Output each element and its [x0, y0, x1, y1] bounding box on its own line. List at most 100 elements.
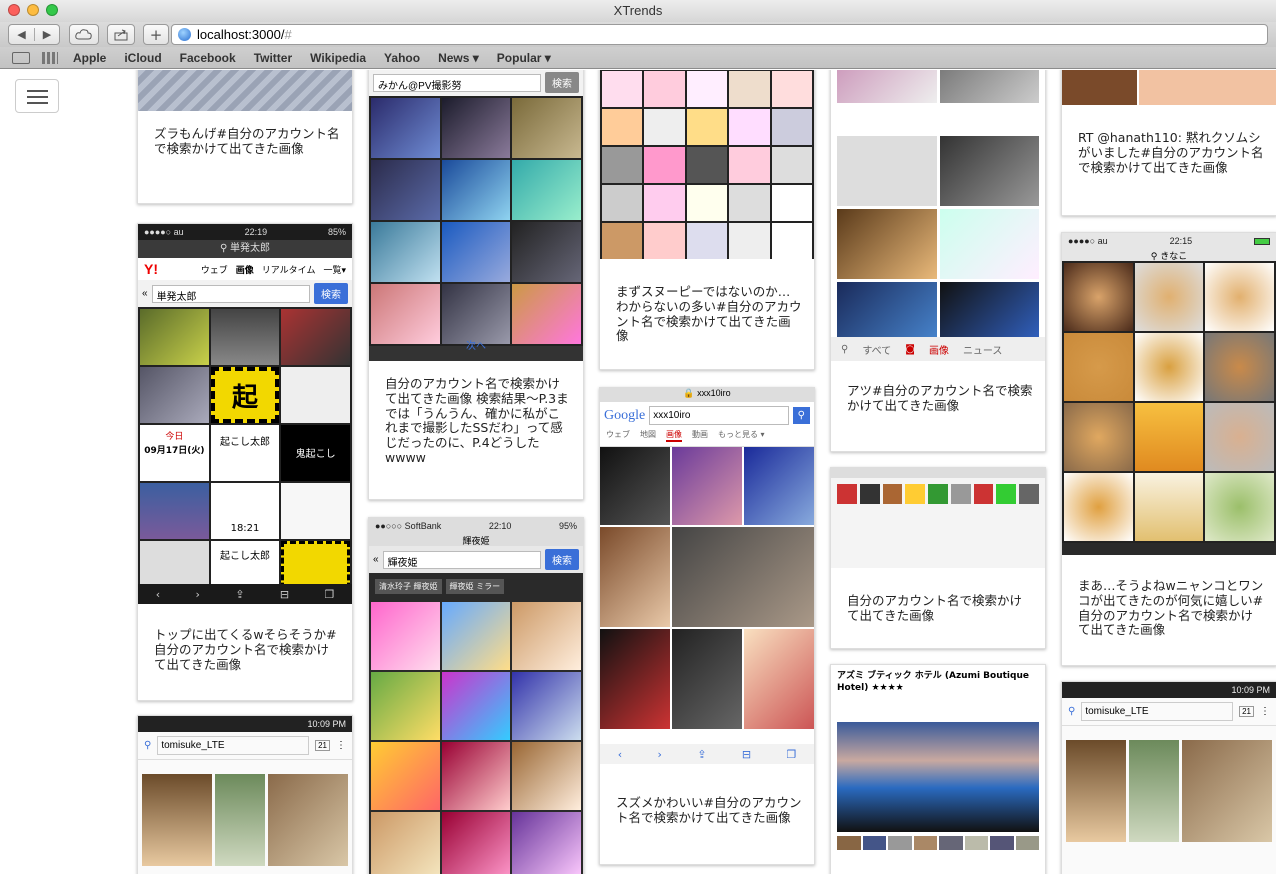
- twitter-search-bar: ⚲ tomisuke_LTE 21 ⋮: [138, 732, 352, 760]
- reading-list-icon[interactable]: [12, 51, 30, 64]
- back-arrow-icon[interactable]: ◀: [9, 28, 34, 41]
- tweet-card[interactable]: ズラもんげ#自分のアカウント名で検索かけて出てきた画像: [137, 70, 353, 204]
- phone-bottom-bar: ‹ › ⇪ ⊟ ❐: [138, 584, 352, 604]
- back-icon: ‹: [617, 747, 623, 761]
- phone-url-bar: ⚲ きなこ: [1062, 249, 1276, 262]
- phone-status-bar: 10:09 PM: [138, 716, 352, 732]
- image-grid: 起 今日 09月17日(火) 起こし太郎 鬼起こし 18:21 起こし太郎: [138, 307, 352, 599]
- image-grid: [369, 600, 583, 874]
- bookmark-wikipedia[interactable]: Wikipedia: [310, 51, 366, 65]
- phone-status-bar: 10:09 PM: [1062, 682, 1276, 698]
- bookmark-apple[interactable]: Apple: [73, 51, 106, 65]
- top-sites-icon[interactable]: [42, 51, 58, 64]
- tweet-card[interactable]: まずスヌーピーではないのか… わからないの多い#自分のアカウント名で検索かけて出…: [599, 70, 815, 370]
- tweet-card[interactable]: ●●●●○ au 22:19 85% ⚲ 単発太郎 Y! ウェブ 画像 リアルタ…: [137, 223, 353, 701]
- back-icon: «: [373, 554, 379, 565]
- window-title: XTrends: [613, 3, 663, 18]
- close-window-button[interactable]: [8, 4, 20, 16]
- card-caption: RT @hanath110: 黙れクソムシがいました#自分のアカウント名で検索か…: [1078, 130, 1264, 175]
- minimize-window-button[interactable]: [27, 4, 39, 16]
- card-image[interactable]: アズミ ブティック ホテル (Azumi Boutique Hotel) ★★★…: [831, 665, 1045, 874]
- share-icon: ⇪: [697, 747, 707, 761]
- share-icon: ⇪: [235, 587, 245, 601]
- phone-url-bar: ⚲ 単発太郎: [138, 240, 352, 258]
- card-image[interactable]: ●●●●○ au 22:15 ⚲ きなこ: [1062, 233, 1276, 555]
- search-icon: ⚲: [841, 343, 849, 355]
- card-image[interactable]: みかん@PV撮影努 検索: [369, 70, 583, 361]
- search-icon: ⚲: [219, 243, 228, 254]
- card-image[interactable]: ⚲ すべて ◙ 画像 ニュース: [831, 70, 1045, 361]
- card-caption: 自分のアカウント名で検索かけて出てきた画像: [847, 593, 1023, 623]
- card-caption: ズラもんげ#自分のアカウント名で検索かけて出てきた画像: [154, 126, 340, 156]
- bookmark-twitter[interactable]: Twitter: [254, 51, 292, 65]
- search-tabs: ⚲ すべて ◙ 画像 ニュース: [831, 337, 1045, 361]
- card-image[interactable]: [600, 70, 814, 259]
- search-row: « 輝夜姫 検索: [369, 546, 583, 573]
- bookmark-news-folder[interactable]: News ▾: [438, 51, 479, 65]
- next-page-link[interactable]: 次へ: [369, 337, 583, 352]
- yahoo-logo: Y!: [144, 261, 158, 277]
- bookmark-popular-folder[interactable]: Popular ▾: [497, 51, 551, 65]
- search-icon: ⚲: [1068, 706, 1076, 717]
- tweet-card[interactable]: RT @hanath110: 黙れクソムシがいました#自分のアカウント名で検索か…: [1061, 70, 1276, 216]
- search-icon: ⚲: [792, 407, 810, 424]
- card-caption: スズメかわいい#自分のアカウント名で検索かけて出てきた画像: [616, 795, 802, 825]
- new-tab-button[interactable]: +: [143, 24, 169, 45]
- card-image[interactable]: ●●○○○ SoftBank 22:10 95% 輝夜姫 « 輝夜姫 検索 清水…: [369, 518, 583, 874]
- tweet-card[interactable]: アズミ ブティック ホテル (Azumi Boutique Hotel) ★★★…: [830, 664, 1046, 874]
- lock-icon: 🔒: [683, 388, 695, 398]
- phone-url-bar: 🔒 xxx10iro: [600, 388, 814, 402]
- yahoo-search-row: « 単発太郎 検索: [138, 280, 352, 307]
- google-tabs: ウェブ 地図 画像 動画 もっと見る ▾: [600, 429, 814, 447]
- plus-icon: +: [149, 25, 163, 44]
- card-caption: まずスヌーピーではないのか… わからないの多い#自分のアカウント名で検索かけて出…: [616, 284, 802, 344]
- address-bar[interactable]: localhost:3000/#: [171, 24, 1268, 45]
- share-icon: [114, 29, 128, 40]
- twitter-search-bar: ⚲ tomisuke_LTE 21 ⋮: [1062, 698, 1276, 726]
- battery-icon: [1253, 237, 1270, 245]
- page-content: ズラもんげ#自分のアカウント名で検索かけて出てきた画像 ●●●●○ au 22:…: [0, 70, 1276, 874]
- related-chips: 清水玲子 輝夜姫 輝夜姫 ミラー: [369, 573, 583, 600]
- back-forward-buttons[interactable]: ◀ ▶: [8, 24, 60, 45]
- tweet-card[interactable]: ⚲ すべて ◙ 画像 ニュース アツ#自分のアカウント名で検索かけて出てきた画像: [830, 70, 1046, 452]
- bookmarks-icon: ⊟: [741, 747, 752, 761]
- forward-arrow-icon[interactable]: ▶: [34, 28, 59, 41]
- bookmarks-bar: Apple iCloud Facebook Twitter Wikipedia …: [0, 47, 1276, 69]
- icloud-tabs-button[interactable]: [69, 24, 99, 45]
- tweet-card[interactable]: 🔒 xxx10iro Google xxx10iro ⚲ ウェブ 地図 画像 動…: [599, 387, 815, 865]
- card-image[interactable]: 🔒 xxx10iro Google xxx10iro ⚲ ウェブ 地図 画像 動…: [600, 388, 814, 764]
- tweet-card[interactable]: 自分のアカウント名で検索かけて出てきた画像: [830, 467, 1046, 649]
- card-image[interactable]: 10:09 PM ⚲ tomisuke_LTE 21 ⋮: [138, 716, 352, 874]
- card-image[interactable]: [831, 468, 1045, 568]
- share-button[interactable]: [107, 24, 135, 45]
- card-image[interactable]: [1062, 70, 1276, 105]
- window-controls: [8, 4, 58, 16]
- bookmarks-icon: ⊟: [279, 587, 290, 601]
- tweet-card[interactable]: 10:09 PM ⚲ tomisuke_LTE 21 ⋮: [137, 715, 353, 874]
- image-grid: [600, 70, 814, 259]
- image-grid: [1062, 726, 1276, 856]
- zoom-window-button[interactable]: [46, 4, 58, 16]
- tweet-card[interactable]: ●●●●○ au 22:15 ⚲ きなこ まあ…そうよねwニャンコとワンコが出て…: [1061, 232, 1276, 666]
- bookmark-facebook[interactable]: Facebook: [180, 51, 236, 65]
- card-image[interactable]: ●●●●○ au 22:19 85% ⚲ 単発太郎 Y! ウェブ 画像 リアルタ…: [138, 224, 352, 604]
- tweet-card[interactable]: 10:09 PM ⚲ tomisuke_LTE 21 ⋮: [1061, 681, 1276, 874]
- back-icon: «: [142, 288, 148, 299]
- bookmark-icloud[interactable]: iCloud: [124, 51, 161, 65]
- card-caption: まあ…そうよねwニャンコとワンコが出てきたのが何気に嬉しい#自分のアカウント名で…: [1078, 578, 1264, 638]
- menu-toggle-button[interactable]: [15, 79, 59, 113]
- tweet-card[interactable]: ●●○○○ SoftBank 22:10 95% 輝夜姫 « 輝夜姫 検索 清水…: [368, 517, 584, 874]
- bookmark-yahoo[interactable]: Yahoo: [384, 51, 420, 65]
- yahoo-header: Y! ウェブ 画像 リアルタイム 一覧▾: [138, 258, 352, 280]
- phone-status-bar: ●●●●○ au 22:19 85%: [138, 224, 352, 240]
- phone-bottom-bar: ‹ › ⇪ ⊟ ❐: [600, 744, 814, 764]
- card-image[interactable]: 10:09 PM ⚲ tomisuke_LTE 21 ⋮: [1062, 682, 1276, 874]
- browser-toolbar: ◀ ▶ + localhost:3000/#: [0, 22, 1276, 47]
- google-logo: Google: [604, 407, 646, 423]
- image-grid: [600, 447, 814, 729]
- hotel-title: アズミ ブティック ホテル (Azumi Boutique Hotel) ★★★…: [837, 671, 1029, 693]
- card-image[interactable]: [138, 70, 352, 111]
- image-grid: [369, 96, 583, 346]
- search-icon: ⚲: [144, 740, 152, 751]
- tweet-card[interactable]: みかん@PV撮影努 検索 次へ 自分のアカウント名で検索かけて出てきた画像 検索…: [368, 70, 584, 500]
